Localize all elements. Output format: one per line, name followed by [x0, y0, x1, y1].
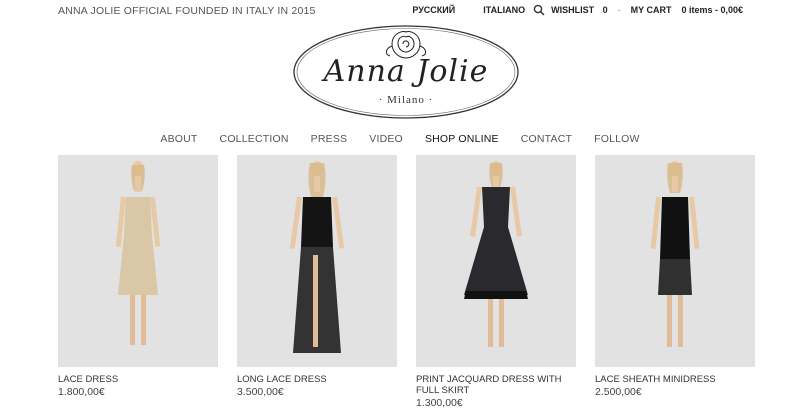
nav-item-shop-online[interactable]: SHOP ONLINE [425, 133, 499, 145]
nav-item-press[interactable]: PRESS [311, 133, 348, 145]
product-price: 3.500,00€ [237, 386, 284, 398]
product-name[interactable]: LACE DRESS [58, 374, 218, 385]
product-card[interactable]: PRINT JACQUARD DRESS WITH FULL SKIRT 1.3… [416, 155, 576, 409]
product-card[interactable]: LACE DRESS 1.800,00€ [58, 155, 218, 398]
product-image[interactable] [58, 155, 218, 367]
cart-summary[interactable]: 0 items - 0,00€ [681, 5, 743, 15]
nav-item-about[interactable]: ABOUT [160, 133, 197, 145]
logo-brand-name: Anna Jolie [323, 54, 489, 89]
nav-item-video[interactable]: VIDEO [369, 133, 403, 145]
top-separator: - [617, 5, 621, 15]
wishlist-label: WISHLIST [551, 5, 595, 15]
product-image[interactable] [416, 155, 576, 367]
product-name[interactable]: LONG LACE DRESS [237, 374, 397, 385]
product-name[interactable]: PRINT JACQUARD DRESS WITH FULL SKIRT [416, 374, 576, 396]
logo-city: · Milano · [378, 94, 434, 106]
model-figure-icon [115, 161, 161, 345]
wishlist-link[interactable]: WISHLIST 0 [551, 5, 608, 15]
product-price: 2.500,00€ [595, 386, 642, 398]
product-image[interactable] [595, 155, 755, 367]
search-icon[interactable] [533, 4, 545, 16]
model-figure-icon [464, 161, 528, 347]
product-name[interactable]: LACE SHEATH MINIDRESS [595, 374, 755, 385]
my-cart-link[interactable]: MY CART [631, 5, 672, 15]
brand-tagline: ANNA JOLIE OFFICIAL FOUNDED IN ITALY IN … [58, 5, 316, 17]
brand-logo[interactable]: Anna Jolie · Milano · [292, 24, 520, 120]
main-navigation: ABOUT COLLECTION PRESS VIDEO SHOP ONLINE… [0, 133, 800, 145]
product-card[interactable]: LONG LACE DRESS 3.500,00€ [237, 155, 397, 398]
nav-item-collection[interactable]: COLLECTION [220, 133, 289, 145]
top-links: РУССКИЙ ITALIANO WISHLIST 0 - MY CART 0 … [412, 4, 743, 16]
top-bar: ANNA JOLIE OFFICIAL FOUNDED IN ITALY IN … [0, 0, 800, 20]
nav-item-contact[interactable]: CONTACT [521, 133, 572, 145]
product-grid: LACE DRESS 1.800,00€ LONG LACE DRESS 3.5… [58, 155, 758, 415]
language-russian-link[interactable]: РУССКИЙ [412, 5, 455, 15]
wishlist-count: 0 [602, 5, 608, 15]
product-card[interactable]: LACE SHEATH MINIDRESS 2.500,00€ [595, 155, 755, 398]
product-price: 1.300,00€ [416, 397, 463, 409]
nav-item-follow[interactable]: FOLLOW [594, 133, 640, 145]
product-price: 1.800,00€ [58, 386, 105, 398]
model-figure-icon [289, 161, 345, 353]
product-image[interactable] [237, 155, 397, 367]
model-figure-icon [650, 161, 700, 347]
language-italian-link[interactable]: ITALIANO [483, 5, 525, 15]
